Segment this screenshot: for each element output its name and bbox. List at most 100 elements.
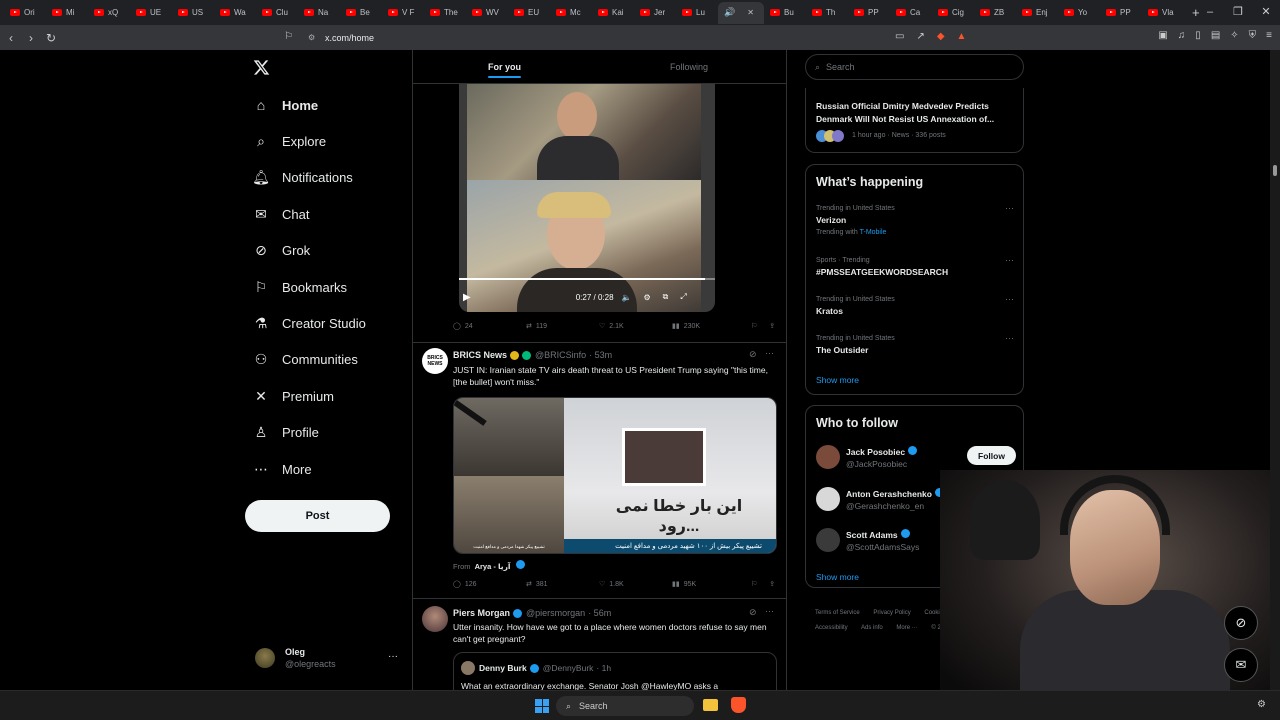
nav-item-communities[interactable]: ⚇ Communities: [253, 342, 358, 378]
account-more-icon[interactable]: ···: [388, 651, 398, 662]
browser-tab[interactable]: Yo: [1058, 2, 1100, 24]
avatar[interactable]: [422, 606, 448, 632]
brave-shield-icon[interactable]: ◆: [937, 31, 945, 42]
nav-item-notifications[interactable]: 🔔︎ Notifications: [252, 160, 353, 196]
share-icon[interactable]: ↗: [916, 31, 924, 42]
footer-link-accessibility[interactable]: Accessibility: [815, 625, 848, 631]
nav-item-grok[interactable]: ⊘ Grok: [253, 233, 310, 269]
menu-icon[interactable]: ≡: [1266, 30, 1272, 41]
search-input[interactable]: ⌕ Search: [805, 54, 1024, 80]
browser-tab[interactable]: Kai: [592, 2, 634, 24]
bookmark-page-icon[interactable]: ⚐: [284, 31, 293, 42]
nav-item-home[interactable]: ⌂ Home: [253, 87, 318, 123]
nav-item-chat[interactable]: ✉ Chat: [253, 196, 309, 232]
extensions-icon[interactable]: ✧: [1230, 30, 1238, 41]
post-button[interactable]: Post: [245, 500, 390, 532]
x-logo-icon[interactable]: [253, 59, 270, 76]
browser-tab[interactable]: Na: [298, 2, 340, 24]
grok-icon[interactable]: ⊘: [749, 607, 757, 618]
tweet-time[interactable]: · 53m: [589, 350, 612, 360]
brave-rewards-icon[interactable]: ▲: [957, 31, 967, 42]
author-name[interactable]: BRICS News: [453, 350, 507, 360]
media-source-name[interactable]: Arya - آریا: [475, 562, 511, 571]
file-explorer-icon[interactable]: [703, 699, 718, 711]
footer-link-ads-info[interactable]: Ads info: [861, 625, 883, 631]
cast-icon[interactable]: ▭: [895, 31, 904, 42]
show-more-trends-link[interactable]: Show more: [816, 375, 859, 385]
back-icon[interactable]: ‹: [2, 31, 20, 45]
tab-close-icon[interactable]: ✕: [747, 8, 754, 17]
reply-button[interactable]: ◯ 126: [453, 580, 526, 589]
show-more-follow-link[interactable]: Show more: [816, 572, 859, 582]
nav-item-more[interactable]: ⋯ More: [253, 451, 312, 487]
trend-item[interactable]: Sports · Trending #PMSSEATGEEKWORDSEARCH ·…: [816, 255, 1016, 277]
account-switcher[interactable]: Oleg @olegreacts ···: [255, 647, 398, 669]
tab-following[interactable]: Following: [670, 62, 708, 72]
browser-tab[interactable]: PP: [848, 2, 890, 24]
close-window-button[interactable]: ✕: [1252, 0, 1280, 25]
fullscreen-icon[interactable]: ⤢: [680, 292, 686, 302]
taskbar-search[interactable]: ⌕ Search: [556, 696, 694, 716]
browser-tab[interactable]: V F: [382, 2, 424, 24]
browser-tab[interactable]: 🔊 ✕: [718, 1, 764, 24]
repost-button[interactable]: ⇄ 119: [526, 322, 599, 331]
trend-more-icon[interactable]: ···: [1005, 294, 1014, 304]
browser-tab[interactable]: EU: [508, 2, 550, 24]
footer-link-more[interactable]: More ···: [896, 625, 917, 631]
browser-tab[interactable]: Mi: [46, 2, 88, 24]
browser-tab[interactable]: Jer: [634, 2, 676, 24]
trend-item[interactable]: Trending in United States The Outsider ···: [816, 333, 1016, 355]
minimize-button[interactable]: –: [1196, 0, 1224, 25]
audio-icon[interactable]: 🔊: [724, 7, 735, 18]
trend-more-icon[interactable]: ···: [1005, 203, 1014, 213]
video-progress-bar[interactable]: [459, 278, 715, 280]
bookmark-icon[interactable]: ⚐: [751, 580, 757, 588]
like-button[interactable]: ♡ 1.8K: [599, 580, 672, 589]
browser-tab[interactable]: Ori: [4, 2, 46, 24]
tweet-time[interactable]: · 56m: [588, 608, 611, 618]
reply-button[interactable]: ◯ 24: [453, 322, 526, 331]
nav-item-profile[interactable]: ♙ Profile: [253, 415, 319, 451]
browser-tab[interactable]: Mc: [550, 2, 592, 24]
video-player[interactable]: ▶ 0:27 / 0:28 🔈 ⚙ ⧉ ⤢: [459, 84, 715, 312]
vpn-icon[interactable]: ⛨: [1249, 30, 1257, 41]
browser-tab[interactable]: ZB: [974, 2, 1016, 24]
trend-more-icon[interactable]: ···: [1005, 333, 1014, 343]
nav-item-premium[interactable]: ✕ Premium: [253, 378, 334, 414]
panel-icon[interactable]: ▯: [1195, 30, 1201, 41]
grok-float-button[interactable]: ⊘: [1224, 606, 1258, 640]
messages-float-button[interactable]: ✉: [1224, 648, 1258, 682]
browser-tab[interactable]: Enj: [1016, 2, 1058, 24]
tweet-more-icon[interactable]: ···: [765, 348, 774, 358]
site-info-icon[interactable]: ⚙: [308, 33, 315, 42]
wallet-icon[interactable]: ▤: [1211, 30, 1220, 41]
browser-tab[interactable]: US: [172, 2, 214, 24]
browser-tab[interactable]: Cig: [932, 2, 974, 24]
nav-item-bookmarks[interactable]: ⚐ Bookmarks: [253, 269, 347, 305]
pip-icon[interactable]: ⧉: [663, 292, 669, 302]
url-field[interactable]: ⚙ x.com/home: [300, 28, 980, 47]
like-button[interactable]: ♡ 2.1K: [599, 322, 672, 331]
page-scrollbar[interactable]: [1270, 50, 1280, 690]
share-icon[interactable]: ⇪: [769, 580, 775, 588]
settings-icon[interactable]: ⚙: [643, 293, 650, 302]
volume-icon[interactable]: 🔈: [622, 293, 632, 302]
forward-icon[interactable]: ›: [22, 31, 40, 45]
reload-icon[interactable]: ↻: [42, 31, 60, 45]
views-button[interactable]: ▮▮ 230K: [672, 322, 751, 331]
follow-suggestion[interactable]: Jack Posobiec @JackPosobiec Follow: [816, 443, 1016, 473]
author-handle[interactable]: @BRICSinfo: [535, 350, 586, 360]
author-name[interactable]: Piers Morgan: [453, 608, 510, 618]
browser-tab[interactable]: Ca: [890, 2, 932, 24]
trend-with-link[interactable]: T-Mobile: [860, 229, 887, 236]
tweet-more-icon[interactable]: ···: [765, 606, 774, 616]
browser-tab[interactable]: Th: [806, 2, 848, 24]
media-icon[interactable]: ♫: [1178, 30, 1186, 41]
maximize-button[interactable]: ❐: [1224, 0, 1252, 25]
trend-more-icon[interactable]: ···: [1005, 255, 1014, 265]
grok-icon[interactable]: ⊘: [749, 349, 757, 360]
footer-link-privacy[interactable]: Privacy Policy: [873, 610, 910, 616]
avatar[interactable]: BRICS NEWS: [422, 348, 448, 374]
windows-start-icon[interactable]: [535, 699, 549, 713]
repost-button[interactable]: ⇄ 381: [526, 580, 599, 589]
